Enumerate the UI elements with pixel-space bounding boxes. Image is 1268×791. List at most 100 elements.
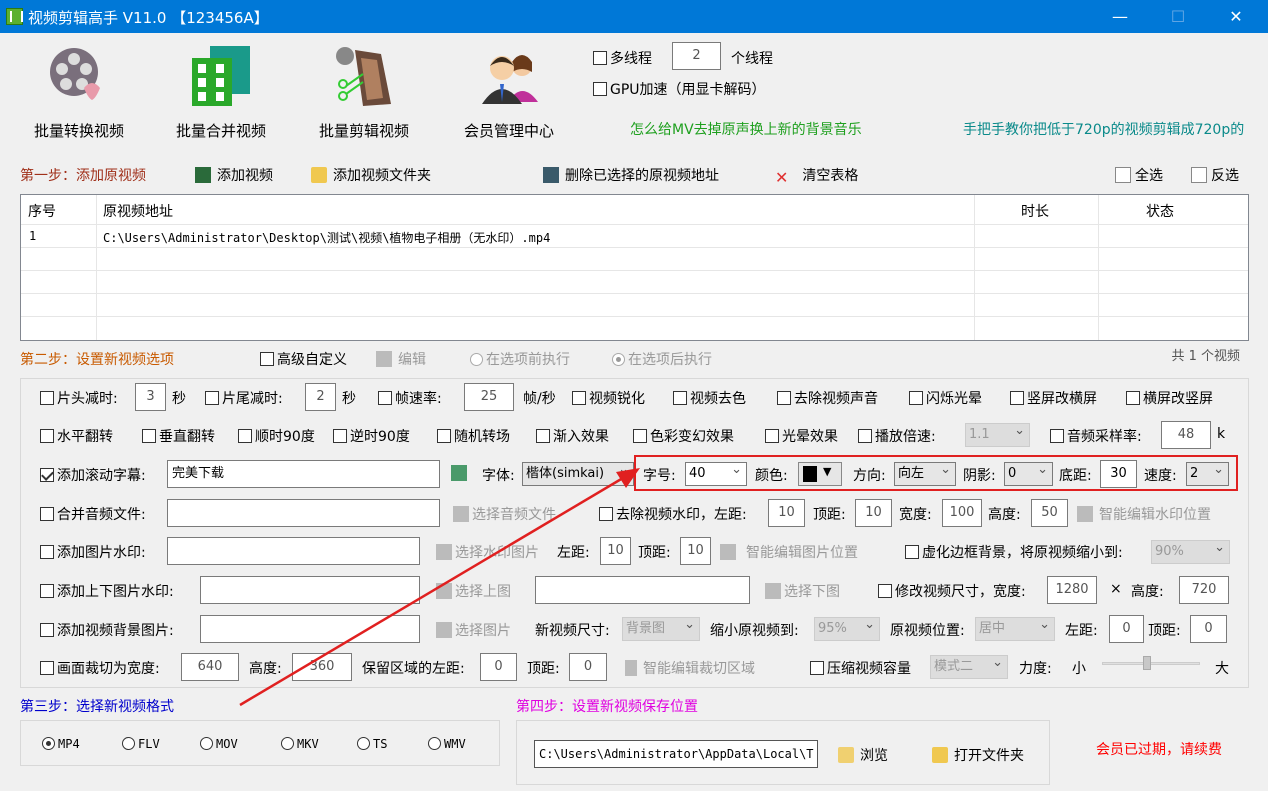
- position-select[interactable]: 居中: [975, 614, 1055, 641]
- format-radio-mov[interactable]: MOV: [200, 737, 238, 751]
- row-path[interactable]: C:\Users\Administrator\Desktop\测试\视频\植物电…: [103, 229, 550, 246]
- close-button[interactable]: ✕: [1213, 0, 1259, 33]
- minimize-button[interactable]: —: [1097, 0, 1143, 33]
- wm-top-input[interactable]: 10: [855, 499, 892, 527]
- resize-height-input[interactable]: 720: [1179, 576, 1229, 604]
- advanced-checkbox[interactable]: 高级自定义: [260, 349, 347, 369]
- bottom-image-input[interactable]: [535, 576, 750, 604]
- shrink-select[interactable]: 95%: [814, 614, 880, 641]
- mv-music-link[interactable]: 怎么给MV去掉原声换上新的背景音乐: [630, 119, 862, 139]
- checkbox[interactable]: [593, 51, 607, 65]
- batch-convert-button[interactable]: 批量转换视频: [30, 40, 140, 140]
- multithread-checkbox[interactable]: 多线程: [593, 48, 652, 68]
- merge-audio-checkbox[interactable]: 合并音频文件:: [40, 504, 146, 524]
- save-path-input[interactable]: C:\Users\Administrator\AppData\Local\T: [534, 740, 818, 768]
- scroll-subtitle-checkbox[interactable]: 添加滚动字幕:: [40, 465, 146, 485]
- choose-bottom-image-button[interactable]: 选择下图: [765, 581, 840, 601]
- column-header-duration[interactable]: 时长: [1021, 201, 1049, 221]
- strength-slider[interactable]: [1102, 656, 1200, 678]
- choose-image-button[interactable]: 选择图片: [436, 620, 511, 640]
- hflip-checkbox[interactable]: 水平翻转: [40, 426, 113, 446]
- column-header-path[interactable]: 原视频地址: [103, 201, 173, 221]
- fadein-checkbox[interactable]: 渐入效果: [536, 426, 609, 446]
- v2h-checkbox[interactable]: 竖屏改横屏: [1010, 388, 1097, 408]
- keep-top-input[interactable]: 0: [569, 653, 607, 681]
- bg-top-input[interactable]: 0: [1190, 615, 1227, 643]
- choose-watermark-image-button[interactable]: 选择水印图片: [436, 542, 539, 562]
- checkbox[interactable]: [593, 82, 607, 96]
- sharpen-checkbox[interactable]: 视频锐化: [572, 388, 645, 408]
- keep-left-input[interactable]: 0: [480, 653, 517, 681]
- format-radio-ts[interactable]: TS: [357, 737, 387, 751]
- ccw90-checkbox[interactable]: 逆时90度: [333, 426, 410, 446]
- blur-border-checkbox[interactable]: 虚化边框背景，将原视频缩小到:: [905, 542, 1123, 562]
- membership-expired-text[interactable]: 会员已过期，请续费: [1096, 739, 1222, 759]
- clear-table-button[interactable]: ✕ 清空表格: [775, 165, 858, 187]
- scroll-speed-select[interactable]: 2: [1186, 459, 1229, 486]
- choose-top-image-button[interactable]: 选择上图: [436, 581, 511, 601]
- bottom-margin-input[interactable]: 30: [1100, 460, 1137, 488]
- column-header-status[interactable]: 状态: [1146, 201, 1174, 221]
- compress-mode-select[interactable]: 模式二: [930, 652, 1008, 679]
- top-image-input[interactable]: [200, 576, 420, 604]
- img-top-input[interactable]: 10: [680, 537, 711, 565]
- format-radio-wmv[interactable]: WMV: [428, 737, 466, 751]
- refresh-icon[interactable]: [451, 465, 467, 481]
- font-size-select[interactable]: 40: [685, 459, 747, 486]
- samplerate-checkbox[interactable]: 音频采样率:: [1050, 426, 1142, 446]
- crop-height-input[interactable]: 360: [292, 653, 352, 681]
- image-watermark-input[interactable]: [167, 537, 420, 565]
- before-radio[interactable]: 在选项前执行: [470, 349, 570, 369]
- image-watermark-checkbox[interactable]: 添加图片水印:: [40, 542, 146, 562]
- tail-cut-checkbox[interactable]: 片尾减时:: [205, 388, 283, 408]
- slider-thumb[interactable]: [1142, 656, 1151, 670]
- format-radio-flv[interactable]: FLV: [122, 737, 160, 751]
- resize-checkbox[interactable]: 修改视频尺寸，宽度:: [878, 581, 1026, 601]
- random-transition-checkbox[interactable]: 随机转场: [437, 426, 510, 446]
- flash-checkbox[interactable]: 闪烁光晕: [909, 388, 982, 408]
- smart-image-position-button[interactable]: 智能编辑图片位置: [720, 542, 858, 562]
- fps-input[interactable]: 25: [464, 383, 514, 411]
- format-radio-mp4[interactable]: MP4: [42, 737, 80, 751]
- top-bottom-watermark-checkbox[interactable]: 添加上下图片水印:: [40, 581, 174, 601]
- crop-checkbox[interactable]: 画面裁切为宽度:: [40, 658, 160, 678]
- batch-merge-button[interactable]: 批量合并视频: [172, 40, 282, 140]
- upscale-link[interactable]: 手把手教你把低于720p的视频剪辑成720p的: [963, 119, 1244, 139]
- invert-select-button[interactable]: 反选: [1191, 165, 1239, 185]
- samplerate-input[interactable]: 48: [1161, 421, 1211, 449]
- column-header-index[interactable]: 序号: [28, 201, 56, 221]
- audio-file-input[interactable]: [167, 499, 440, 527]
- member-center-button[interactable]: 会员管理中心: [460, 40, 570, 140]
- wm-width-input[interactable]: 100: [942, 499, 982, 527]
- shadow-select[interactable]: 0: [1004, 459, 1053, 486]
- video-table[interactable]: 序号 原视频地址 时长 状态 1 C:\Users\Administrator\…: [20, 194, 1249, 341]
- decolor-checkbox[interactable]: 视频去色: [673, 388, 746, 408]
- wm-left-input[interactable]: 10: [768, 499, 805, 527]
- background-image-checkbox[interactable]: 添加视频背景图片:: [40, 620, 174, 640]
- color-picker[interactable]: ▼: [798, 462, 842, 486]
- smart-crop-button[interactable]: 智能编辑裁切区域: [625, 658, 755, 678]
- gpu-checkbox[interactable]: GPU加速（用显卡解码）: [593, 79, 766, 99]
- fps-checkbox[interactable]: 帧速率:: [378, 388, 442, 408]
- mute-checkbox[interactable]: 去除视频声音: [777, 388, 878, 408]
- head-cut-checkbox[interactable]: 片头减时:: [40, 388, 118, 408]
- select-all-button[interactable]: 全选: [1115, 165, 1163, 185]
- background-image-input[interactable]: [200, 615, 420, 643]
- thread-count-input[interactable]: 2: [672, 42, 721, 70]
- open-folder-button[interactable]: 打开文件夹: [932, 745, 1024, 765]
- remove-watermark-checkbox[interactable]: 去除视频水印，左距:: [599, 504, 747, 524]
- new-size-select[interactable]: 背景图: [622, 614, 700, 641]
- checkbox[interactable]: [260, 352, 274, 366]
- playback-speed-checkbox[interactable]: 播放倍速:: [858, 426, 936, 446]
- blur-scale-select[interactable]: 90%: [1151, 537, 1230, 564]
- subtitle-text-input[interactable]: 完美下载: [167, 460, 440, 488]
- color-fx-checkbox[interactable]: 色彩变幻效果: [633, 426, 734, 446]
- resize-width-input[interactable]: 1280: [1047, 576, 1097, 604]
- choose-audio-button[interactable]: 选择音频文件: [453, 504, 556, 524]
- format-radio-mkv[interactable]: MKV: [281, 737, 319, 751]
- maximize-button[interactable]: ☐: [1155, 0, 1201, 33]
- wm-height-input[interactable]: 50: [1031, 499, 1068, 527]
- browse-button[interactable]: 浏览: [838, 745, 888, 765]
- tail-cut-input[interactable]: 2: [305, 383, 336, 411]
- after-radio[interactable]: 在选项后执行: [612, 349, 712, 369]
